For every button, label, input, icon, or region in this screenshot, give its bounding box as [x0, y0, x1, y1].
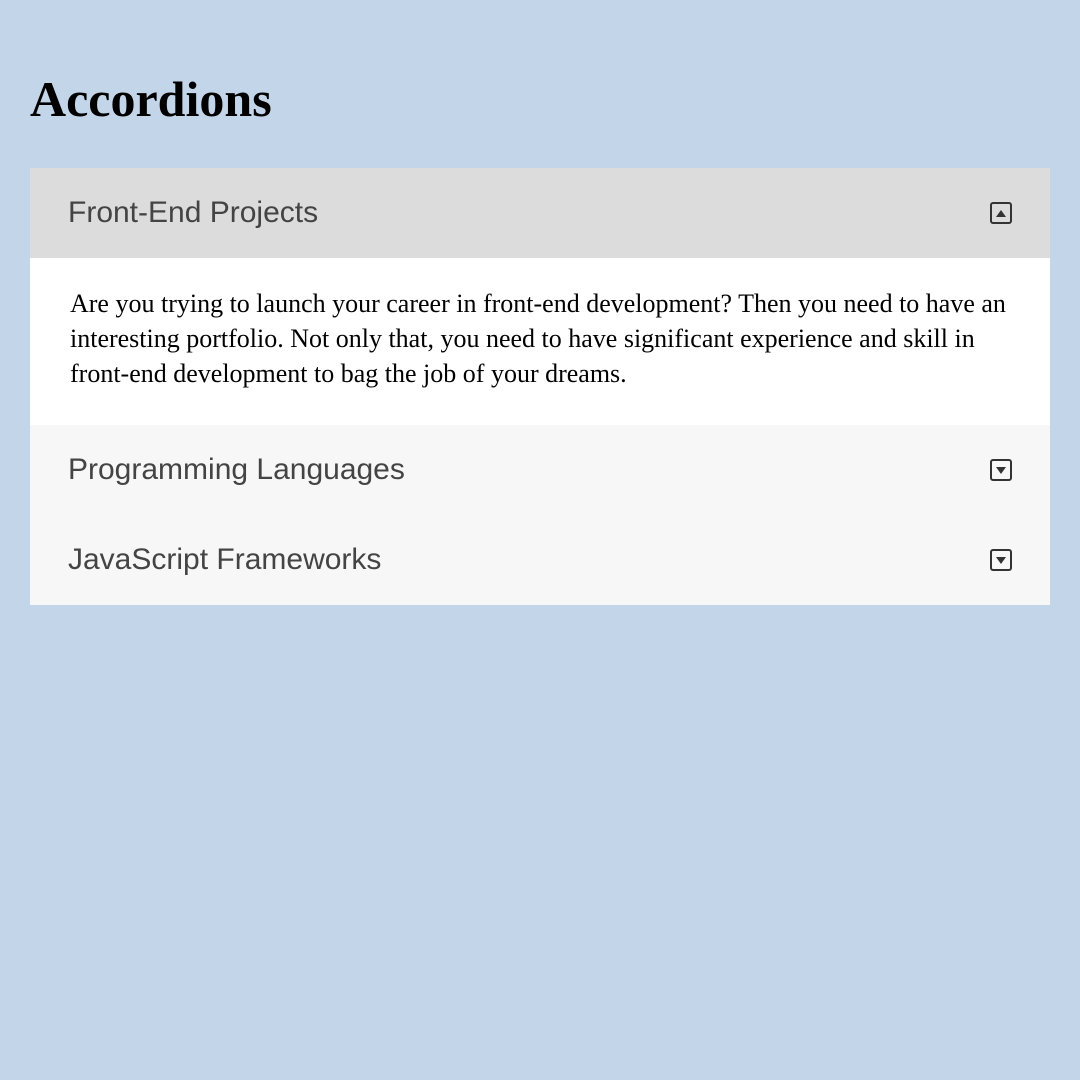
- expand-icon: [990, 459, 1012, 481]
- accordion-header-javascript[interactable]: JavaScript Frameworks: [30, 515, 1050, 605]
- accordion-container: Front-End Projects Are you trying to lau…: [30, 168, 1050, 605]
- accordion-title: JavaScript Frameworks: [68, 543, 381, 577]
- accordion-title: Programming Languages: [68, 453, 405, 487]
- accordion-header-programming[interactable]: Programming Languages: [30, 425, 1050, 515]
- collapse-icon: [990, 202, 1012, 224]
- accordion-content-frontend: Are you trying to launch your career in …: [30, 258, 1050, 425]
- accordion-header-frontend[interactable]: Front-End Projects: [30, 168, 1050, 258]
- accordion-title: Front-End Projects: [68, 196, 318, 230]
- expand-icon: [990, 549, 1012, 571]
- page-title: Accordions: [30, 70, 1050, 128]
